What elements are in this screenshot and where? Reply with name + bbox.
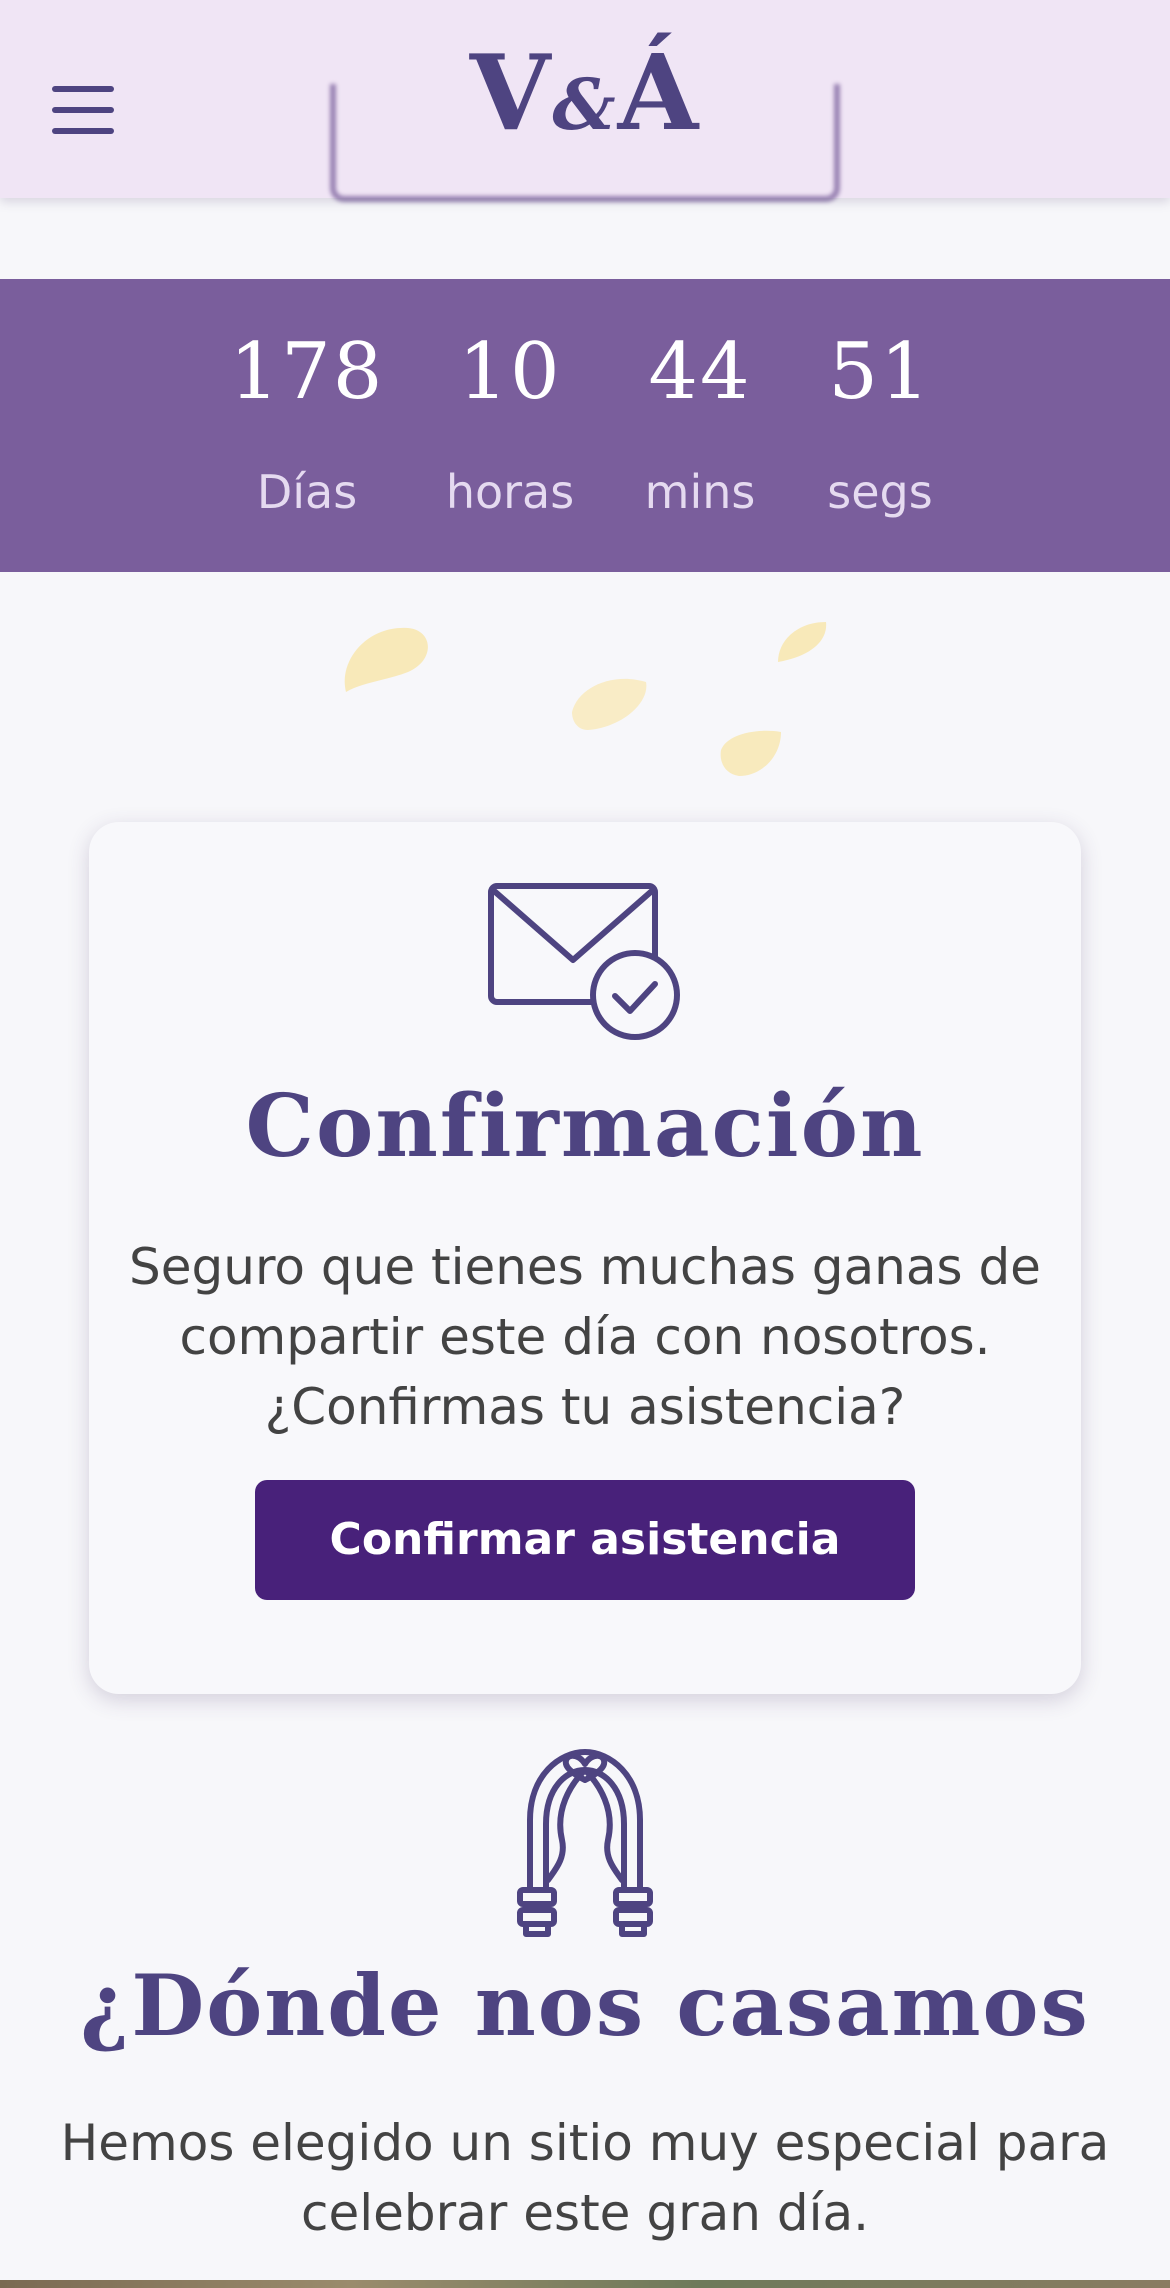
petal-icon xyxy=(572,678,647,730)
petal-icon xyxy=(778,622,827,662)
countdown-days-label: Días xyxy=(256,465,358,519)
countdown-hours-value: 10 xyxy=(458,327,562,417)
countdown-days-value: 178 xyxy=(229,327,385,417)
petal-icon xyxy=(344,627,428,692)
top-header: V&Á xyxy=(0,0,1170,202)
logo-ampersand: & xyxy=(552,63,618,146)
wedding-arch-icon xyxy=(517,1749,653,1937)
confirmation-text: Seguro que tienes muchas ganas de compar… xyxy=(129,1238,1041,1436)
site-logo[interactable]: V&Á xyxy=(0,35,1170,150)
countdown-hours-label: horas xyxy=(445,465,575,519)
confirmation-title: Confirmación xyxy=(245,1076,925,1177)
envelope-check-icon xyxy=(488,883,680,1040)
logo-initial-right: Á xyxy=(617,31,701,154)
petal-icon xyxy=(720,730,781,776)
venue-photo-edge xyxy=(0,2280,1170,2288)
confirmation-card: Confirmación Seguro que tienes muchas ga… xyxy=(89,822,1081,1694)
countdown-seconds-label: segs xyxy=(827,465,933,519)
countdown-banner: 178 Días 10 horas 44 mins 51 segs xyxy=(0,279,1170,572)
confirm-attendance-button[interactable]: Confirmar asistencia xyxy=(255,1480,915,1600)
logo-initial-left: V xyxy=(469,31,553,154)
where-section-text: Hemos elegido un sitio muy especial para… xyxy=(60,2114,1110,2242)
page: V&Á 178 Días 10 horas 44 mins 51 segs Co… xyxy=(0,0,1170,2288)
countdown-seconds-value: 51 xyxy=(828,327,932,417)
countdown-minutes-label: mins xyxy=(644,465,756,519)
countdown-minutes-value: 44 xyxy=(648,327,752,417)
where-section-title: ¿Dónde nos casamos xyxy=(80,1956,1090,2055)
